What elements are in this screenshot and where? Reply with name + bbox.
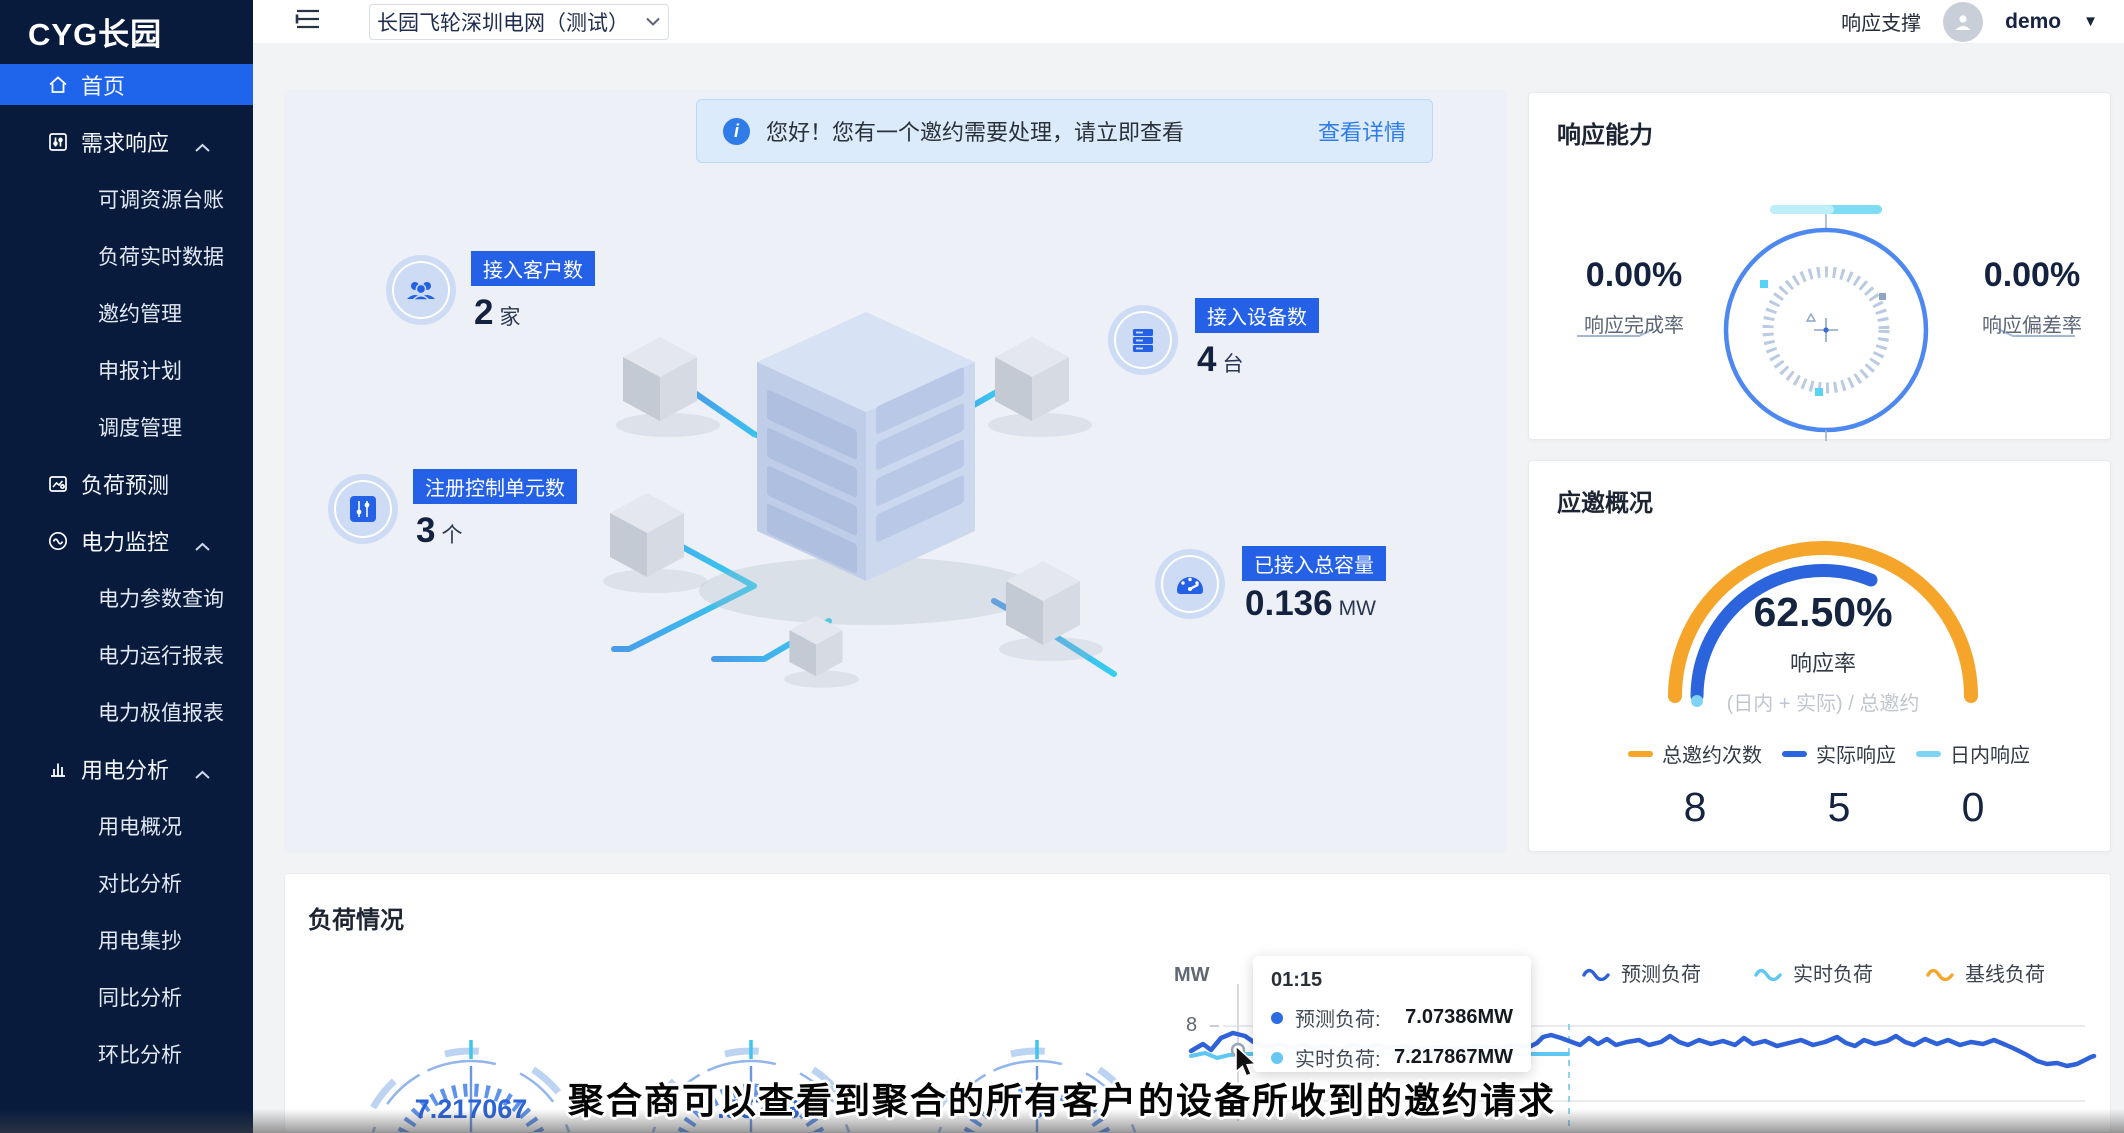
username[interactable]: demo bbox=[2005, 10, 2061, 34]
sidebar-item-realtime-load-data[interactable]: 负荷实时数据 bbox=[0, 235, 253, 276]
users-icon bbox=[386, 255, 456, 325]
chevron-up-icon bbox=[194, 533, 211, 559]
sidebar-item-demand-response[interactable]: 需求响应 bbox=[0, 121, 253, 162]
tooltip-row: 实时负荷: 7.217867MW bbox=[1271, 1043, 1513, 1072]
caret-down-icon[interactable]: ▼ bbox=[2083, 13, 2098, 30]
gauge-icon bbox=[1155, 549, 1225, 619]
overview-panel: i 您好！您有一个邀约需要处理，请立即查看 查看详情 接入客户数 2 家 接入设… bbox=[284, 89, 1507, 853]
sidebar-item-dispatch-management[interactable]: 调度管理 bbox=[0, 406, 253, 447]
legend-intraday-responses: 日内响应 0 bbox=[1903, 739, 2043, 831]
legend-actual-responses: 实际响应 5 bbox=[1769, 739, 1909, 831]
chevron-up-icon bbox=[194, 134, 211, 160]
legend-dash bbox=[1916, 751, 1941, 757]
chevron-down-icon bbox=[645, 16, 661, 27]
sidebar-item-declaration-plan[interactable]: 申报计划 bbox=[0, 349, 253, 390]
response-deviation: 0.00% 响应偏差率 bbox=[1952, 256, 2112, 338]
sidebar: CYG长园 首页 需求响应 可调资源台账 负荷实时数据 邀约管理 申报计划 调度… bbox=[0, 0, 253, 1133]
line-chart-icon bbox=[45, 471, 71, 497]
server-icon bbox=[1108, 305, 1178, 375]
sidebar-item-electricity-analysis[interactable]: 用电分析 bbox=[0, 748, 253, 789]
bar-chart-icon bbox=[45, 756, 71, 782]
legend-baseline-load[interactable]: 基线负荷 bbox=[1925, 958, 2045, 987]
tooltip-row: 预测负荷: 7.07386MW bbox=[1271, 1003, 1513, 1032]
sidebar-item-electricity-overview[interactable]: 用电概况 bbox=[0, 805, 253, 846]
control-unit-icon bbox=[328, 474, 398, 544]
org-selector[interactable]: 长园飞轮深圳电网（测试） bbox=[369, 4, 669, 40]
notification-text: 您好！您有一个邀约需要处理，请立即查看 bbox=[766, 115, 1184, 147]
sliders-icon bbox=[45, 129, 71, 155]
monitor-wave-icon bbox=[45, 528, 71, 554]
wave-icon bbox=[1753, 965, 1783, 981]
sidebar-item-power-operation-report[interactable]: 电力运行报表 bbox=[0, 634, 253, 675]
legend-realtime-load[interactable]: 实时负荷 bbox=[1753, 958, 1873, 987]
legend-total-invitations: 总邀约次数 8 bbox=[1615, 739, 1775, 831]
info-icon: i bbox=[723, 118, 750, 145]
chart-legend: 预测负荷 实时负荷 基线负荷 bbox=[1581, 958, 2045, 987]
sidebar-item-comparison-analysis[interactable]: 对比分析 bbox=[0, 862, 253, 903]
app-logo: CYG长园 bbox=[0, 0, 253, 62]
sidebar-item-home[interactable]: 首页 bbox=[0, 64, 253, 105]
sidebar-item-yoy-analysis[interactable]: 同比分析 bbox=[0, 976, 253, 1017]
chevron-up-icon bbox=[194, 761, 211, 787]
sidebar-item-power-monitoring[interactable]: 电力监控 bbox=[0, 520, 253, 561]
legend-forecast-load[interactable]: 预测负荷 bbox=[1581, 958, 1701, 987]
user-icon bbox=[1952, 11, 1974, 33]
sidebar-item-meter-collection[interactable]: 用电集抄 bbox=[0, 919, 253, 960]
wave-icon bbox=[1925, 965, 1955, 981]
legend-dash bbox=[1782, 751, 1807, 757]
response-rate-readout: 62.50% 响应率 (日内 + 实际) / 总邀约 bbox=[1663, 589, 1983, 716]
tooltip-time: 01:15 bbox=[1271, 969, 1513, 992]
sidebar-item-mom-analysis[interactable]: 环比分析 bbox=[0, 1033, 253, 1074]
sidebar-item-adjustable-resources[interactable]: 可调资源台账 bbox=[0, 178, 253, 219]
view-details-link[interactable]: 查看详情 bbox=[1318, 115, 1406, 147]
avatar[interactable] bbox=[1943, 2, 1983, 42]
chart-tooltip: 01:15 预测负荷: 7.07386MW 实时负荷: 7.217867MW bbox=[1253, 956, 1531, 1072]
home-icon bbox=[45, 72, 71, 98]
topbar: 长园飞轮深圳电网（测试） 响应支撑 demo ▼ bbox=[253, 0, 2124, 44]
menu-fold-icon[interactable] bbox=[295, 8, 321, 35]
notification-banner: i 您好！您有一个邀约需要处理，请立即查看 查看详情 bbox=[696, 99, 1433, 163]
response-support-link[interactable]: 响应支撑 bbox=[1841, 7, 1921, 36]
video-subtitle: 聚合商可以查看到聚合的所有客户的设备所收到的邀约请求 bbox=[0, 1072, 2124, 1124]
sidebar-item-load-forecast[interactable]: 负荷预测 bbox=[0, 463, 253, 504]
response-capability-card: 响应能力 0.00% 响应完成率 0.00% 响应偏差率 bbox=[1528, 92, 2111, 440]
response-completion: 0.00% 响应完成率 bbox=[1554, 256, 1714, 338]
sidebar-item-power-parameter-query[interactable]: 电力参数查询 bbox=[0, 577, 253, 618]
legend-dash bbox=[1628, 751, 1653, 757]
invitation-overview-card: 应邀概况 62.50% 响应率 (日内 + 实际) / 总邀约 总邀约次数 8 … bbox=[1528, 460, 2111, 852]
series-dot bbox=[1271, 1012, 1283, 1024]
wave-icon bbox=[1581, 965, 1611, 981]
series-dot bbox=[1271, 1052, 1283, 1064]
sidebar-item-invitation-management[interactable]: 邀约管理 bbox=[0, 292, 253, 333]
sidebar-item-power-extreme-report[interactable]: 电力极值报表 bbox=[0, 691, 253, 732]
